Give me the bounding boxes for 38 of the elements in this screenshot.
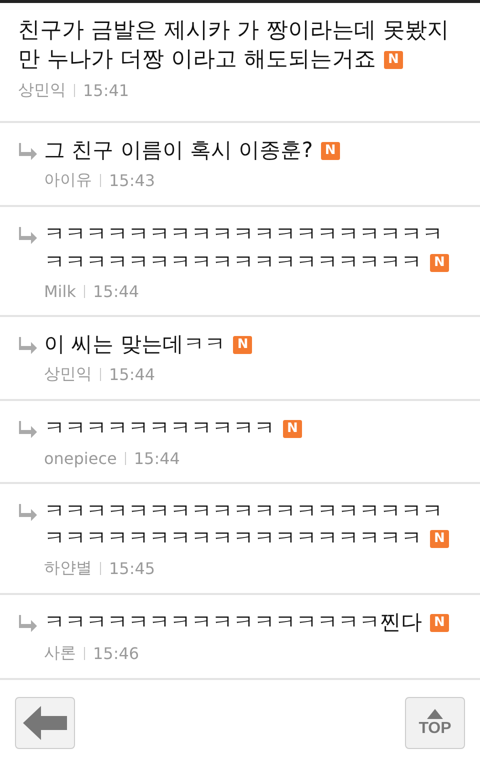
- author-name: 하얀별: [44, 558, 92, 580]
- reply-arrow-icon: [18, 420, 38, 438]
- comment-time: 15:44: [109, 365, 156, 384]
- up-triangle-icon: [427, 708, 443, 718]
- author-name: 아이유: [44, 170, 92, 192]
- new-badge: N: [283, 420, 302, 438]
- comment-time: 15:44: [134, 448, 180, 468]
- back-arrow-icon: [23, 706, 67, 740]
- reply-arrow-icon: [18, 142, 38, 160]
- comment-time: 15:43: [109, 171, 156, 190]
- reply-arrow-icon: [18, 502, 38, 521]
- comment-text: 친구가 금발은 제시카 가 짱이라는데 못봤지만 누나가 더짱 이라고 해도되는거죠 N: [18, 17, 450, 74]
- comment-text: 그 친구 이름이 혹시 이종훈? N: [44, 137, 462, 164]
- author-name: 상민익: [18, 80, 66, 102]
- comment-time: 15:46: [93, 644, 140, 663]
- comment-text: ㅋㅋㅋㅋㅋㅋㅋㅋㅋㅋㅋ N: [44, 415, 462, 443]
- new-badge: N: [430, 530, 449, 548]
- new-badge: N: [320, 142, 340, 160]
- comment-text: ㅋㅋㅋㅋㅋㅋㅋㅋㅋㅋㅋㅋㅋㅋㅋㅋㅋㅋㅋㅋㅋㅋㅋㅋㅋㅋㅋㅋㅋㅋㅋㅋㅋㅋㅋㅋㅋ N: [44, 221, 462, 276]
- new-badge: N: [233, 336, 252, 354]
- comment-text: ㅋㅋㅋㅋㅋㅋㅋㅋㅋㅋㅋㅋㅋㅋㅋㅋㅋㅋㅋㅋㅋㅋㅋㅋㅋㅋㅋㅋㅋㅋㅋㅋㅋㅋㅋㅋㅋ N: [44, 498, 462, 552]
- author-name: Milk: [44, 282, 76, 302]
- author-name: 사론: [44, 642, 76, 664]
- reply-arrow-icon: [18, 614, 38, 632]
- author-name: 상민익: [44, 364, 92, 386]
- comment-time: 15:45: [109, 559, 156, 578]
- comment-time: 15:44: [92, 282, 140, 302]
- comment-time: 15:41: [83, 81, 130, 100]
- top-button[interactable]: TOP: [405, 697, 465, 749]
- comment-text: ㅋㅋㅋㅋㅋㅋㅋㅋㅋㅋㅋㅋㅋㅋㅋㅋ찐다 N: [44, 609, 462, 637]
- new-badge: N: [430, 614, 449, 632]
- comment-text: 이 씨는 맞는데ㅋㅋ N: [44, 331, 462, 358]
- new-badge: N: [430, 254, 449, 272]
- reply-arrow-icon: [18, 336, 38, 354]
- reply-arrow-icon: [18, 226, 38, 244]
- author-name: onepiece: [44, 448, 117, 468]
- new-badge: N: [384, 50, 403, 69]
- back-button[interactable]: [15, 697, 75, 749]
